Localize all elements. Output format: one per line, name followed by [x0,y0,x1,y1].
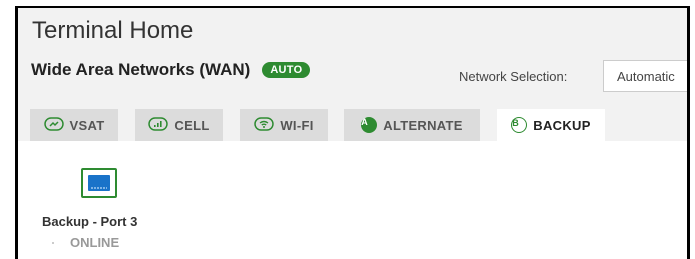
tab-alternate[interactable]: A ALTERNATE [344,109,480,141]
tab-label: WI-FI [280,117,314,133]
tab-label: VSAT [69,117,105,133]
wifi-icon [254,116,275,134]
terminal-home-panel: Terminal Home Wide Area Networks (WAN) A… [15,6,690,259]
page-title: Terminal Home [32,17,194,44]
cell-signal-icon [148,116,169,134]
tab-label: ALTERNATE [383,117,463,133]
wan-header: Wide Area Networks (WAN) AUTO [31,60,311,80]
network-selection-label: Network Selection: [459,69,568,84]
tab-label: BACKUP [533,117,591,133]
ethernet-port-icon[interactable] [81,168,117,198]
tab-backup[interactable]: B BACKUP [497,109,605,141]
tab-cell[interactable]: CELL [135,109,223,141]
status-indicator [52,242,54,244]
auto-badge: AUTO [262,62,311,78]
backup-icon: B [511,117,528,133]
alternate-icon: A [361,117,378,133]
wan-title: Wide Area Networks (WAN) [31,60,251,79]
tab-vsat[interactable]: VSAT [30,109,118,141]
tab-label: CELL [174,117,210,133]
tab-wifi[interactable]: WI-FI [240,109,328,141]
port-graphic [88,175,110,191]
network-selection-dropdown[interactable]: Automatic [603,60,687,92]
vsat-icon [43,116,64,134]
device-name: Backup - Port 3 [42,214,138,229]
device-status: ONLINE [70,235,120,250]
